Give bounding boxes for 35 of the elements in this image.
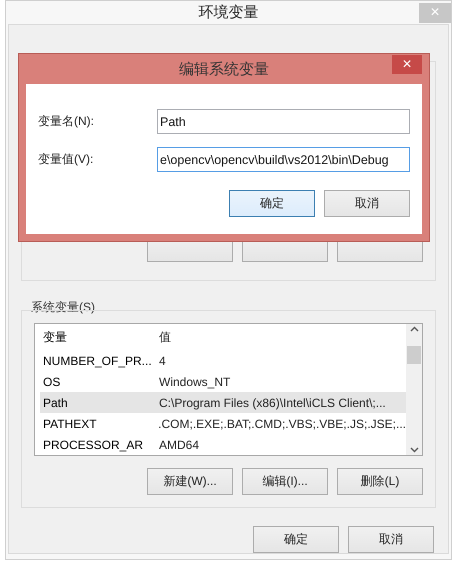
action-button[interactable]: 新建(W)... <box>147 468 233 495</box>
dialog-button[interactable]: 确定 <box>229 190 315 217</box>
variable-name: OS <box>42 374 62 388</box>
input-field[interactable]: e\opencv\opencv\build\vs2012\bin\Debug <box>157 147 410 172</box>
scroll-down-icon[interactable] <box>410 447 418 453</box>
list-row[interactable]: Path C:\Program Files (x86)\Intel\iCLS Client\;... <box>40 392 406 413</box>
scroll-up-icon[interactable] <box>410 326 418 332</box>
variable-name: NUMBER_OF_PR... <box>42 354 153 368</box>
variable-value: AMD64 <box>159 438 200 452</box>
dialog-button[interactable]: 取消 <box>324 190 410 217</box>
variable-value: .COM;.EXE;.BAT;.CMD;.VBS;.VBE;.JS;.JSE;... <box>158 416 406 430</box>
field-label: 变量名(N): <box>38 113 95 130</box>
scrollbar[interactable] <box>406 324 422 455</box>
column-header[interactable]: 变量 <box>40 328 159 346</box>
close-button[interactable]: × <box>392 55 422 74</box>
action-button[interactable]: 删除(L) <box>337 468 423 495</box>
list-row[interactable]: PATHEXT .COM;.EXE;.BAT;.CMD;.VBS;.VBE;.JS;.JSE;... <box>40 413 406 434</box>
variable-value: 4 <box>159 354 167 368</box>
list-row[interactable]: OS Windows_NT <box>40 371 406 392</box>
list-row[interactable]: PROCESSOR_AR AMD64 <box>40 434 406 455</box>
variable-value: Windows_NT <box>159 374 232 388</box>
list-row[interactable]: NUMBER_OF_PR... 4 <box>40 350 406 371</box>
variable-name: PROCESSOR_AR <box>42 438 144 452</box>
dialog-button[interactable]: 取消 <box>348 526 434 553</box>
variable-name: PATHEXT <box>42 416 98 430</box>
scroll-thumb[interactable] <box>407 346 421 364</box>
variable-value: C:\Program Files (x86)\Intel\iCLS Client\;... <box>159 396 387 410</box>
input-field[interactable]: Path <box>157 109 410 134</box>
dialog-button[interactable]: 确定 <box>253 526 339 553</box>
variable-name: Path <box>42 396 69 410</box>
dialog-title: 编辑系统变量 <box>179 60 269 78</box>
action-button[interactable]: 编辑(I)... <box>242 468 328 495</box>
field-label: 变量值(V): <box>38 151 94 168</box>
column-header[interactable]: 值 <box>159 328 406 346</box>
window-title: 环境变量 <box>198 3 258 22</box>
